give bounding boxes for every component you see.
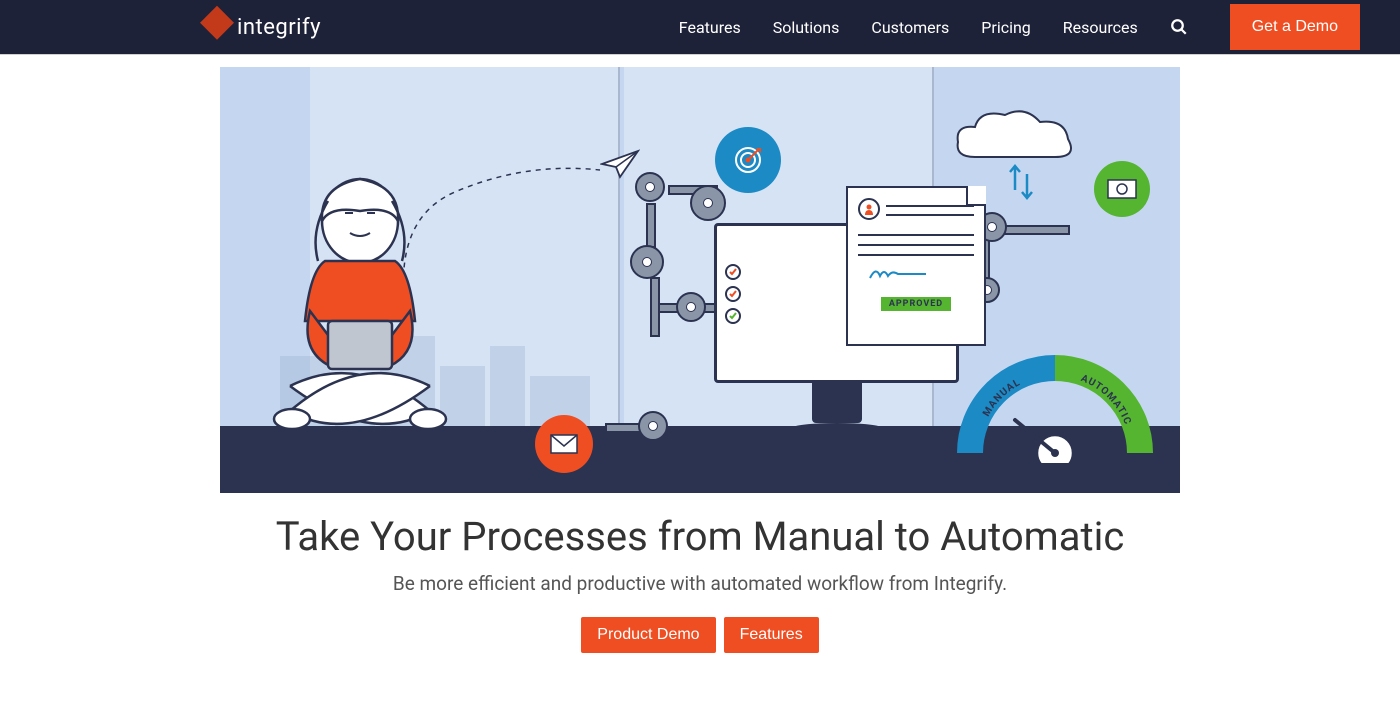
sync-arrows-icon xyxy=(1007,162,1035,202)
nav-solutions[interactable]: Solutions xyxy=(773,18,840,37)
approved-badge: APPROVED xyxy=(881,297,951,311)
nav-pricing[interactable]: Pricing xyxy=(981,18,1031,37)
hero-button-group: Product Demo Features xyxy=(581,617,818,653)
monitor-illustration-icon: APPROVED xyxy=(714,223,959,433)
hero-headline: Take Your Processes from Manual to Autom… xyxy=(276,513,1125,560)
paper-plane-icon xyxy=(600,149,640,179)
gear-icon xyxy=(676,292,706,322)
nav-items: Features Solutions Customers Pricing Res… xyxy=(679,4,1360,50)
target-icon xyxy=(715,127,781,193)
hero-illustration: APPROVED MANUAL AUTOMATIC xyxy=(220,67,1180,493)
gear-icon xyxy=(630,245,664,279)
nav-features[interactable]: Features xyxy=(679,18,741,37)
document-icon: APPROVED xyxy=(846,186,986,346)
signature-icon xyxy=(858,264,974,287)
hero-subhead: Be more efficient and productive with au… xyxy=(393,572,1007,595)
gear-icon xyxy=(635,172,665,202)
gauge-icon: MANUAL AUTOMATIC xyxy=(950,348,1160,463)
nav-customers[interactable]: Customers xyxy=(871,18,949,37)
nav-resources[interactable]: Resources xyxy=(1063,18,1138,37)
get-demo-button[interactable]: Get a Demo xyxy=(1230,4,1360,50)
money-icon xyxy=(1094,161,1150,217)
gear-icon xyxy=(690,185,726,221)
logo-diamond-icon xyxy=(200,10,234,44)
avatar-icon xyxy=(858,198,880,220)
brand-logo[interactable]: integrify xyxy=(205,15,321,40)
product-demo-button[interactable]: Product Demo xyxy=(581,617,715,653)
person-illustration-icon xyxy=(250,171,470,451)
cloud-icon xyxy=(950,107,1080,167)
gear-icon xyxy=(638,411,668,441)
top-navbar: integrify Features Solutions Customers P… xyxy=(0,0,1400,55)
features-button[interactable]: Features xyxy=(724,617,819,653)
brand-name: integrify xyxy=(237,15,321,40)
search-icon[interactable] xyxy=(1170,18,1188,36)
hero-section: APPROVED MANUAL AUTOMATIC Take Your Proc… xyxy=(0,55,1400,653)
mail-icon xyxy=(535,415,593,473)
